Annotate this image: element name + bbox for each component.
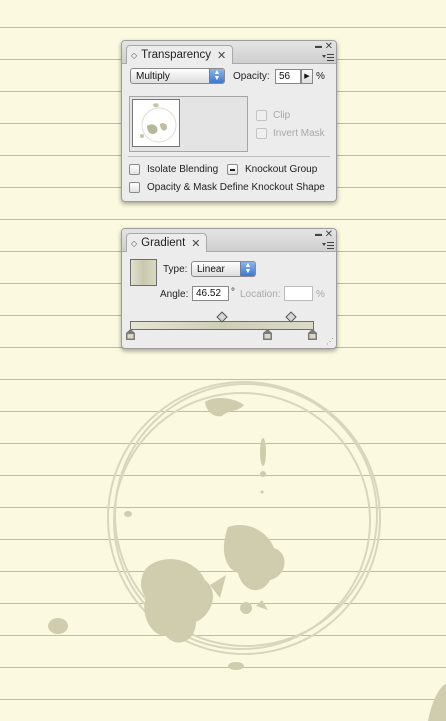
stain-thumbnail-image xyxy=(140,103,177,143)
collapse-icon[interactable]: ▬ xyxy=(315,42,322,52)
gradient-color-stop[interactable] xyxy=(308,329,317,340)
panel-titlebar[interactable]: ◇ Gradient ✕ ▬ ✕ xyxy=(122,229,336,252)
gradient-type-select[interactable]: Linear ▲ ▼ xyxy=(191,261,256,277)
panel-menu-icon[interactable] xyxy=(322,54,334,62)
tab-gradient[interactable]: ◇ Gradient ✕ xyxy=(126,233,208,252)
gradient-type-value: Linear xyxy=(197,263,225,275)
thumbnail-area xyxy=(129,96,248,152)
type-label: Type: xyxy=(163,264,188,275)
clip-checkbox[interactable] xyxy=(256,110,267,121)
location-label: Location: xyxy=(240,289,281,300)
opacity-mask-knockout-checkbox[interactable] xyxy=(129,182,140,193)
blend-mode-select[interactable]: Multiply ▲ ▼ xyxy=(130,68,225,84)
gradient-color-stop[interactable] xyxy=(262,329,272,340)
close-icon[interactable]: ✕ xyxy=(325,230,333,240)
gradient-slider[interactable] xyxy=(126,311,317,342)
gradient-color-stop[interactable] xyxy=(126,329,135,340)
close-icon[interactable]: ✕ xyxy=(217,49,226,62)
invert-mask-checkbox[interactable] xyxy=(256,128,267,139)
angle-input[interactable]: 46.52 xyxy=(192,286,229,301)
transparency-panel: ◇ Transparency ✕ ▬ ✕ Multiply ▲ ▼ Opacity… xyxy=(121,40,337,202)
percent-label: % xyxy=(316,71,325,82)
angle-label: Angle: xyxy=(160,289,189,300)
collapse-icon[interactable]: ▬ xyxy=(315,230,322,240)
knockout-group-label: Knockout Group xyxy=(245,164,318,175)
chevron-updown-icon: ▲ ▼ xyxy=(209,69,224,83)
artwork-thumbnail[interactable] xyxy=(132,99,180,147)
gradient-panel: ◇ Gradient ✕ ▬ ✕ Type: Linear ▲ ▼ Angle: … xyxy=(121,228,337,349)
triangle-right-icon: ▶ xyxy=(304,73,310,80)
chevron-updown-icon: ▲ ▼ xyxy=(240,262,255,276)
close-icon[interactable]: ✕ xyxy=(325,42,333,52)
clip-label: Clip xyxy=(273,110,291,121)
panel-title: Gradient xyxy=(141,237,186,249)
opacity-label: Opacity: xyxy=(233,71,270,82)
panel-title: Transparency xyxy=(141,49,212,61)
tab-reorder-icon: ◇ xyxy=(131,50,138,60)
degree-label: ° xyxy=(231,287,235,298)
panel-titlebar[interactable]: ◇ Transparency ✕ ▬ ✕ xyxy=(122,41,336,64)
tab-reorder-icon: ◇ xyxy=(131,238,138,248)
isolate-blending-label: Isolate Blending xyxy=(147,164,219,175)
resize-grip-icon[interactable]: ⋰ xyxy=(326,337,334,346)
panel-menu-icon[interactable] xyxy=(322,242,334,250)
opacity-mask-knockout-label: Opacity & Mask Define Knockout Shape xyxy=(147,182,325,193)
invert-mask-label: Invert Mask xyxy=(273,128,325,139)
location-input[interactable] xyxy=(284,286,313,301)
tab-transparency[interactable]: ◇ Transparency ✕ xyxy=(126,45,234,64)
isolate-blending-checkbox[interactable] xyxy=(129,164,140,175)
blend-mode-value: Multiply xyxy=(136,70,170,82)
close-icon[interactable]: ✕ xyxy=(191,237,200,250)
opacity-slider-button[interactable]: ▶ xyxy=(301,69,313,84)
gradient-swatch[interactable] xyxy=(130,259,157,286)
percent-label: % xyxy=(316,289,325,300)
opacity-input[interactable]: 56 xyxy=(275,69,301,84)
divider xyxy=(128,156,330,157)
knockout-group-checkbox[interactable] xyxy=(227,164,238,175)
